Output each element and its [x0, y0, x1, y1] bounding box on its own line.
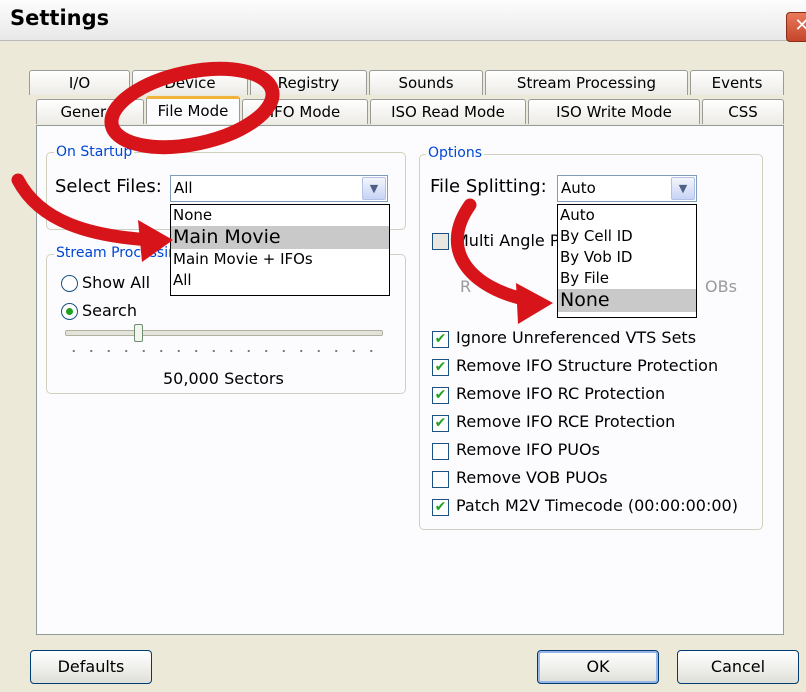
title-bar: Settings ✕ [0, 0, 806, 42]
file-splitting-option-by-vob-id[interactable]: By Vob ID [558, 247, 696, 268]
tab-label: I/O [68, 74, 91, 92]
select-files-option-main-movie[interactable]: Main Movie [171, 226, 389, 249]
tab-file-mode[interactable]: File Mode [146, 96, 240, 124]
tab-io[interactable]: I/O [29, 70, 130, 95]
tab-label: File Mode [157, 102, 229, 120]
radio-dot-icon [66, 308, 73, 315]
sector-slider-track[interactable] [65, 330, 383, 336]
remove-ifo-rce-checkbox[interactable]: ✔ [432, 415, 449, 432]
select-files-label: Select Files: [55, 176, 162, 197]
tab-label: CSS [728, 103, 758, 121]
file-splitting-dropdown: Auto By Cell ID By Vob ID By File None [557, 204, 697, 318]
tab-stream-processing[interactable]: Stream Processing [485, 70, 688, 95]
options-label: Options [426, 145, 485, 161]
remove-ifo-puos-checkbox[interactable] [432, 443, 449, 460]
chevron-down-icon[interactable]: ▼ [362, 177, 386, 200]
tab-label: Sounds [398, 74, 454, 92]
tab-label: ISO Read Mode [391, 103, 505, 121]
select-files-option-none[interactable]: None [171, 205, 389, 226]
tab-sounds[interactable]: Sounds [369, 70, 483, 95]
search-label: Search [82, 301, 137, 320]
remove-vob-puos-label: Remove VOB PUOs [456, 468, 608, 487]
tab-label: Device [164, 74, 216, 92]
file-splitting-option-by-file[interactable]: By File [558, 268, 696, 289]
sectors-value: 50,000 Sectors [163, 369, 284, 388]
remove-ifo-puos-label: Remove IFO PUOs [456, 440, 600, 459]
tab-label: IFO Mode [269, 103, 341, 121]
tab-ifo-mode[interactable]: IFO Mode [242, 99, 368, 124]
file-splitting-option-by-cell-id[interactable]: By Cell ID [558, 226, 696, 247]
remove-vob-puos-checkbox[interactable] [432, 471, 449, 488]
multi-angle-checkbox[interactable] [432, 233, 449, 250]
tab-label: Events [711, 74, 763, 92]
window-title: Settings [10, 6, 110, 30]
ignore-unreferenced-vts-checkbox[interactable]: ✔ [432, 331, 449, 348]
tab-label: General [60, 103, 120, 121]
tab-events[interactable]: Events [690, 70, 784, 95]
file-splitting-label: File Splitting: [430, 176, 547, 197]
select-files-option-all[interactable]: All [171, 270, 389, 291]
select-files-value: All [174, 179, 193, 197]
tab-general[interactable]: General [36, 99, 144, 124]
ok-button[interactable]: OK [537, 650, 659, 684]
remove-ifo-rc-checkbox[interactable]: ✔ [432, 387, 449, 404]
tab-css[interactable]: CSS [702, 99, 784, 124]
ok-button-label: OK [586, 657, 610, 676]
file-splitting-option-auto[interactable]: Auto [558, 205, 696, 226]
close-icon: ✕ [794, 15, 806, 36]
chevron-down-icon[interactable]: ▼ [671, 177, 695, 200]
tab-registry[interactable]: Registry [250, 70, 367, 95]
patch-m2v-timecode-label: Patch M2V Timecode (00:00:00:00) [456, 496, 738, 515]
tab-label: ISO Write Mode [556, 103, 672, 121]
ignore-unreferenced-vts-label: Ignore Unreferenced VTS Sets [456, 328, 697, 347]
tab-label: Stream Processing [516, 74, 657, 92]
patch-m2v-timecode-checkbox[interactable]: ✔ [432, 499, 449, 516]
hidden-option-right: OBs [705, 277, 737, 296]
show-all-radio[interactable] [61, 275, 78, 292]
defaults-button[interactable]: Defaults [30, 650, 152, 684]
select-files-dropdown: None Main Movie Main Movie + IFOs All [170, 204, 390, 296]
remove-ifo-structure-checkbox[interactable]: ✔ [432, 359, 449, 376]
search-radio[interactable] [61, 303, 78, 320]
remove-ifo-rc-label: Remove IFO RC Protection [456, 384, 666, 403]
cancel-button[interactable]: Cancel [677, 650, 799, 684]
slider-ticks [65, 350, 383, 352]
tab-iso-write-mode[interactable]: ISO Write Mode [528, 99, 700, 124]
multi-angle-label: Multi Angle P [455, 231, 560, 250]
close-button[interactable]: ✕ [786, 12, 806, 42]
tab-iso-read-mode[interactable]: ISO Read Mode [370, 99, 526, 124]
file-splitting-option-none[interactable]: None [558, 289, 696, 312]
file-splitting-value: Auto [561, 179, 596, 197]
select-files-option-main-movie-ifos[interactable]: Main Movie + IFOs [171, 249, 389, 270]
on-startup-label: On Startup [54, 144, 135, 160]
file-splitting-combo[interactable]: Auto ▼ [557, 175, 697, 202]
tab-label: Registry [277, 74, 340, 92]
show-all-label: Show All [82, 273, 151, 292]
remove-ifo-structure-label: Remove IFO Structure Protection [456, 356, 719, 375]
hidden-option-left: R [460, 277, 472, 296]
cancel-button-label: Cancel [710, 657, 766, 676]
select-files-combo[interactable]: All ▼ [170, 175, 388, 202]
stream-processing-label: Stream Processing [54, 245, 188, 261]
defaults-button-label: Defaults [57, 657, 125, 676]
remove-ifo-rce-label: Remove IFO RCE Protection [456, 412, 676, 431]
tab-device[interactable]: Device [132, 70, 248, 95]
sector-slider-thumb[interactable] [134, 324, 144, 342]
